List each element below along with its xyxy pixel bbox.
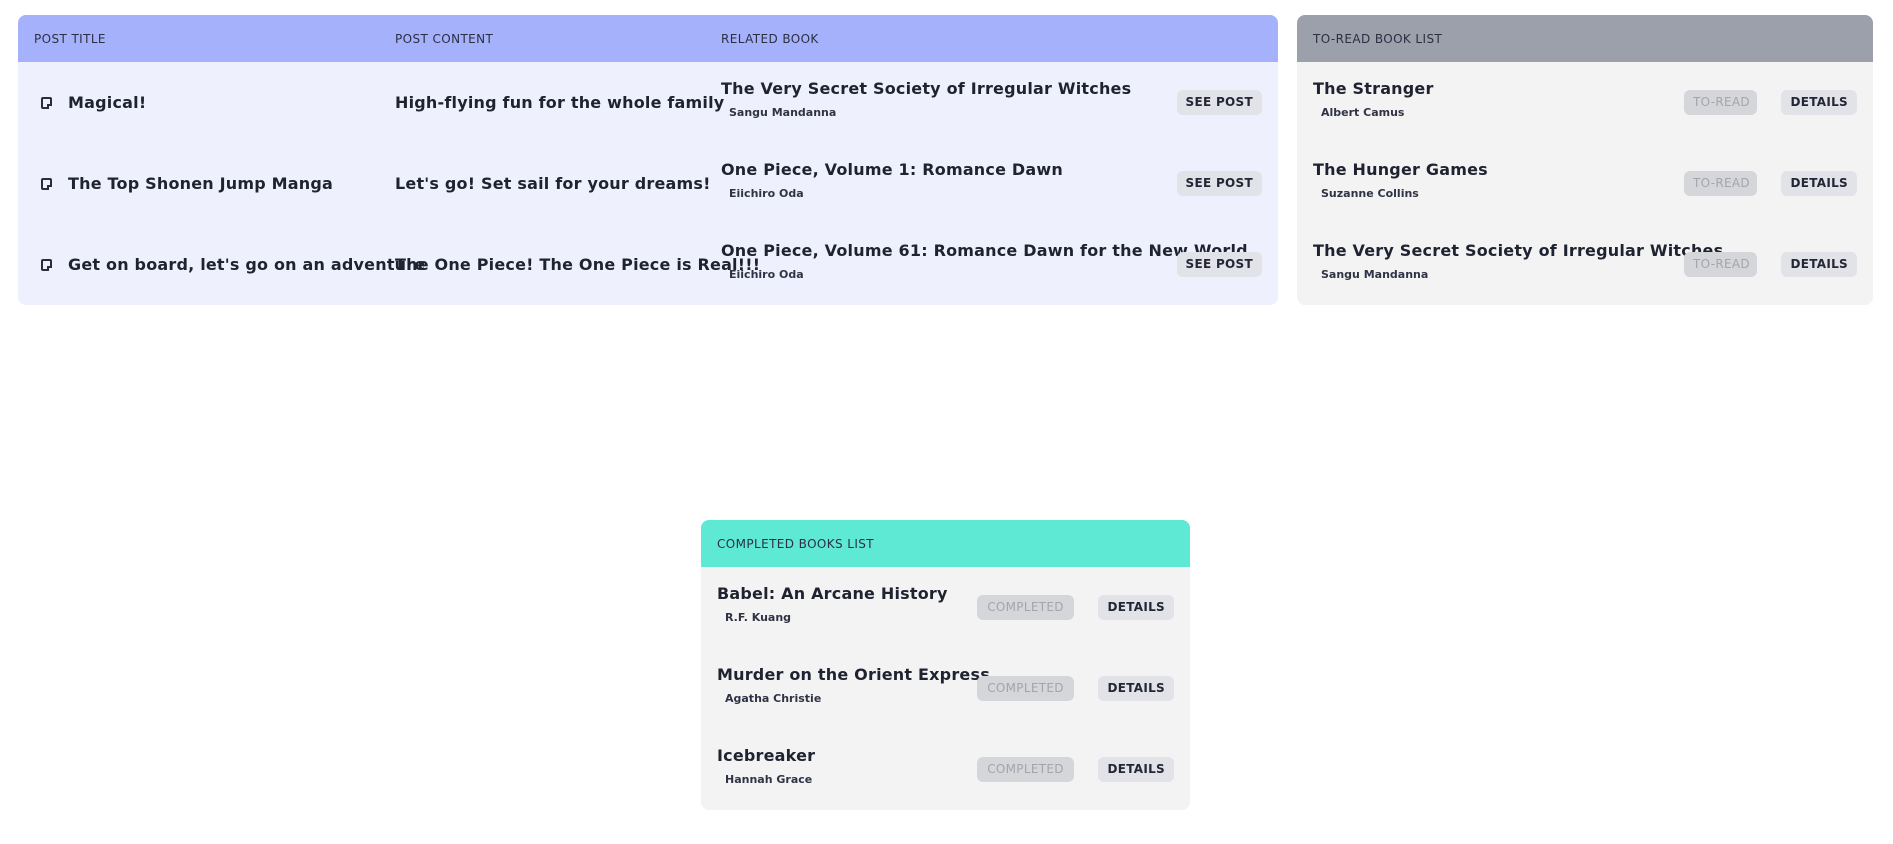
completed-books-list: COMPLETED BOOKS LIST Babel: An Arcane Hi… [701, 520, 1190, 810]
completed-status-button: COMPLETED [977, 757, 1074, 782]
completed-status-button: COMPLETED [977, 595, 1074, 620]
related-book-column-header: RELATED BOOK [721, 31, 819, 46]
book-title: Icebreaker [717, 746, 816, 765]
book-author: Sangu Mandanna [729, 106, 837, 119]
book-info: Icebreaker Hannah Grace [717, 746, 820, 788]
book-author: Hannah Grace [725, 773, 813, 786]
note-icon [41, 96, 52, 109]
list-item: Babel: An Arcane History R.F. Kuang COMP… [701, 567, 1190, 648]
table-row: Magical! High-flying fun for the whole f… [18, 62, 1278, 143]
post-title: Magical! [68, 93, 147, 112]
related-book: One Piece, Volume 61: Romance Dawn for t… [721, 241, 1248, 283]
book-author: Eiichiro Oda [729, 187, 804, 200]
book-info: Murder on the Orient Express Agatha Chri… [717, 665, 990, 707]
table-row: Get on board, let's go on an adventure T… [18, 224, 1278, 305]
book-info: The Hunger Games Suzanne Collins [1313, 160, 1488, 202]
note-icon [41, 258, 52, 271]
details-button[interactable]: DETAILS [1781, 252, 1857, 277]
book-info: The Stranger Albert Camus [1313, 79, 1434, 121]
post-title-column-header: POST TITLE [34, 31, 106, 46]
details-button[interactable]: DETAILS [1098, 676, 1174, 701]
see-post-button[interactable]: SEE POST [1176, 171, 1262, 196]
post-content-column-header: POST CONTENT [395, 31, 494, 46]
book-title: One Piece, Volume 1: Romance Dawn [721, 160, 1063, 179]
table-row: The Top Shonen Jump Manga Let's go! Set … [18, 143, 1278, 224]
to-read-book-list: TO-READ BOOK LIST The Stranger Albert Ca… [1297, 15, 1873, 305]
book-title: Babel: An Arcane History [717, 584, 948, 603]
book-author: Agatha Christie [725, 692, 822, 705]
to-read-status-button: TO-READ [1684, 171, 1757, 196]
to-read-list-title: TO-READ BOOK LIST [1313, 31, 1443, 46]
post-content: Let's go! Set sail for your dreams! [395, 174, 711, 193]
book-title: The Stranger [1313, 79, 1434, 98]
see-post-button[interactable]: SEE POST [1176, 90, 1262, 115]
list-item: The Stranger Albert Camus TO-READ DETAIL… [1297, 62, 1873, 143]
completed-status-button: COMPLETED [977, 676, 1074, 701]
posts-table-header: POST TITLE POST CONTENT RELATED BOOK [18, 15, 1278, 62]
book-author: R.F. Kuang [725, 611, 792, 624]
details-button[interactable]: DETAILS [1098, 757, 1174, 782]
book-author: Suzanne Collins [1321, 187, 1419, 200]
details-button[interactable]: DETAILS [1781, 171, 1857, 196]
post-content: The One Piece! The One Piece is Real!!! [395, 255, 761, 274]
note-icon [41, 177, 52, 190]
book-title: The Hunger Games [1313, 160, 1488, 179]
book-title: The Very Secret Society of Irregular Wit… [1313, 241, 1724, 260]
details-button[interactable]: DETAILS [1098, 595, 1174, 620]
see-post-button[interactable]: SEE POST [1176, 252, 1262, 277]
book-title: Murder on the Orient Express [717, 665, 990, 684]
book-author: Sangu Mandanna [1321, 268, 1429, 281]
list-item: Murder on the Orient Express Agatha Chri… [701, 648, 1190, 729]
book-info: The Very Secret Society of Irregular Wit… [1313, 241, 1723, 283]
book-title: The Very Secret Society of Irregular Wit… [721, 79, 1132, 98]
book-info: Babel: An Arcane History R.F. Kuang [717, 584, 948, 626]
details-button[interactable]: DETAILS [1781, 90, 1857, 115]
book-author: Eiichiro Oda [729, 268, 804, 281]
related-book: One Piece, Volume 1: Romance Dawn Eiichi… [721, 160, 1063, 202]
book-title: One Piece, Volume 61: Romance Dawn for t… [721, 241, 1248, 260]
to-read-list-header: TO-READ BOOK LIST [1297, 15, 1873, 62]
to-read-status-button: TO-READ [1684, 252, 1757, 277]
list-item: Icebreaker Hannah Grace COMPLETED DETAIL… [701, 729, 1190, 810]
post-content: High-flying fun for the whole family [395, 93, 725, 112]
posts-table: POST TITLE POST CONTENT RELATED BOOK Mag… [18, 15, 1278, 305]
completed-list-title: COMPLETED BOOKS LIST [717, 536, 875, 551]
post-title: Get on board, let's go on an adventure [68, 255, 426, 274]
to-read-status-button: TO-READ [1684, 90, 1757, 115]
book-author: Albert Camus [1321, 106, 1405, 119]
post-title: The Top Shonen Jump Manga [68, 174, 334, 193]
list-item: The Very Secret Society of Irregular Wit… [1297, 224, 1873, 305]
related-book: The Very Secret Society of Irregular Wit… [721, 79, 1131, 121]
list-item: The Hunger Games Suzanne Collins TO-READ… [1297, 143, 1873, 224]
completed-list-header: COMPLETED BOOKS LIST [701, 520, 1190, 567]
